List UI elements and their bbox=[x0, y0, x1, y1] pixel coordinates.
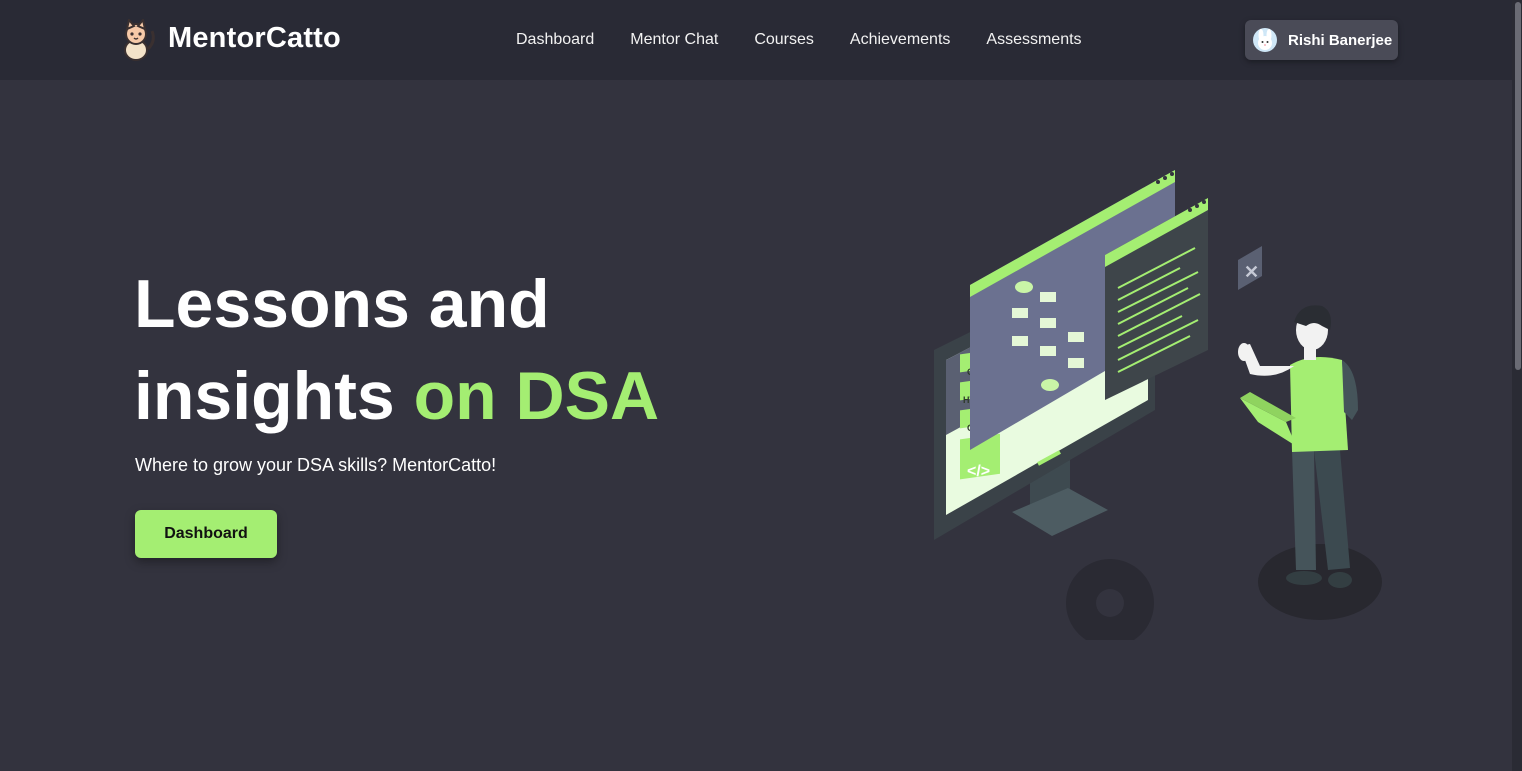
hero-title-accent: on DSA bbox=[413, 358, 660, 434]
bunny-avatar-icon bbox=[1258, 29, 1272, 50]
hero-title-line1: Lessons and bbox=[134, 266, 550, 342]
cat-logo-icon[interactable] bbox=[118, 19, 158, 61]
hero-subtitle: Where to grow your DSA skills? MentorCat… bbox=[135, 455, 497, 475]
coding-illustration: CSS HTML C++ </> bbox=[934, 170, 1382, 640]
top-navbar: MentorCatto Dashboard Mentor Chat Course… bbox=[0, 0, 1522, 80]
hero-title-line2: insights bbox=[134, 358, 414, 434]
brand-name[interactable]: MentorCatto bbox=[168, 22, 341, 55]
scrollbar-thumb[interactable] bbox=[1515, 2, 1521, 370]
nav-mentor-chat[interactable]: Mentor Chat bbox=[630, 31, 718, 49]
main-nav: Dashboard Mentor Chat Courses Achievemen… bbox=[516, 31, 1118, 49]
avatar bbox=[1253, 28, 1277, 52]
nav-courses[interactable]: Courses bbox=[754, 31, 814, 49]
floor-shadow bbox=[1258, 544, 1382, 620]
gear-icon bbox=[1066, 559, 1154, 640]
dashboard-cta-button[interactable]: Dashboard bbox=[135, 510, 277, 558]
nav-achievements[interactable]: Achievements bbox=[850, 31, 951, 49]
person-figure bbox=[1238, 305, 1358, 588]
svg-text:✕: ✕ bbox=[1244, 262, 1259, 282]
user-menu-button[interactable]: Rishi Banerjee bbox=[1245, 20, 1398, 60]
nav-dashboard[interactable]: Dashboard bbox=[516, 31, 594, 49]
close-icon: ✕ bbox=[1238, 246, 1262, 290]
nav-assessments[interactable]: Assessments bbox=[986, 31, 1081, 49]
hero-title: Lessons and insights on DSA bbox=[134, 258, 659, 442]
code-tag-icon: </> bbox=[967, 463, 990, 480]
user-name: Rishi Banerjee bbox=[1288, 32, 1393, 49]
